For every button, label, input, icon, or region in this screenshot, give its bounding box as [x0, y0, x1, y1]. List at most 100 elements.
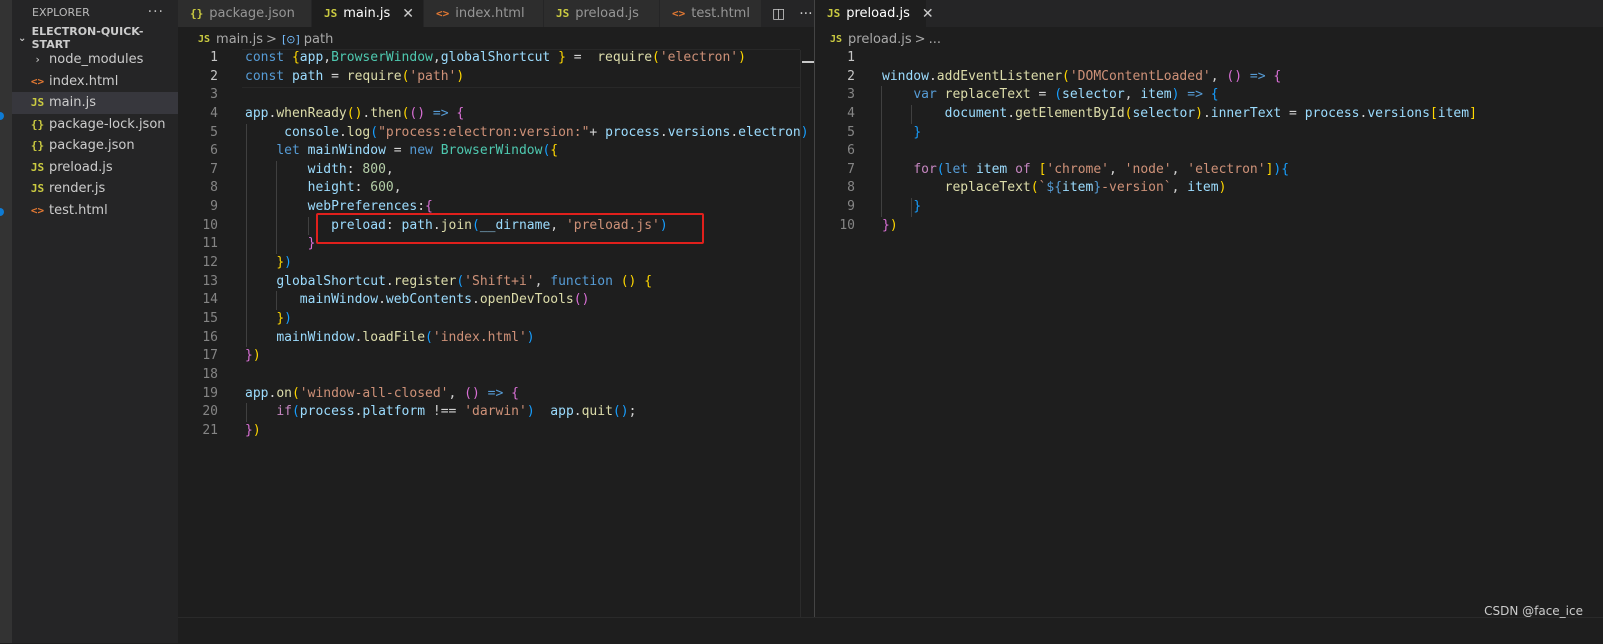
code-text: }	[245, 235, 316, 254]
indent-guide	[246, 198, 247, 217]
code-token: .	[472, 292, 480, 308]
file-item-render-js[interactable]: JS render.js	[12, 178, 178, 200]
code-token: (	[1054, 87, 1063, 103]
code-token: =>	[1187, 87, 1203, 103]
line-number: 19	[202, 385, 218, 401]
file-item-main-js[interactable]: JS main.js	[12, 92, 178, 114]
split-editor-icon[interactable]: ◫	[772, 6, 785, 22]
code-token: app	[245, 385, 269, 401]
editor-scrollbar[interactable]	[800, 50, 815, 617]
code-token: ()	[612, 404, 629, 420]
breadcrumb-file[interactable]: main.js	[216, 32, 263, 47]
code-token: on	[276, 385, 292, 401]
file-item-test-html[interactable]: <> test.html	[12, 200, 178, 222]
code-line: 15 })	[178, 309, 800, 329]
code-token: (	[936, 161, 945, 177]
code-token: let	[276, 143, 308, 159]
main-js-editor[interactable]: 1 const {app,BrowserWindow,globalShortcut…	[178, 49, 808, 441]
code-token: )	[252, 348, 261, 364]
indent-guide	[881, 142, 882, 161]
project-root-folder[interactable]: ⌄ ELECTRON-QUICK-START	[12, 25, 178, 51]
file-item-preload-js[interactable]: JS preload.js	[12, 157, 178, 179]
code-token: 'path'	[409, 68, 457, 84]
breadcrumb-file[interactable]: preload.js	[848, 32, 912, 47]
code-token: (	[652, 50, 660, 65]
file-item-package-json[interactable]: {} package.json	[12, 135, 178, 157]
code-token: getElementById	[1015, 105, 1125, 121]
breadcrumb-more[interactable]: ...	[929, 32, 941, 47]
line-number: 9	[210, 199, 218, 215]
js-file-icon: JS	[30, 96, 45, 110]
code-token: {	[1281, 161, 1290, 177]
code-token: (	[291, 404, 300, 420]
preload-js-editor[interactable]: 1 2 window.addEventListener('DOMContentLoa…	[815, 49, 1585, 235]
code-token: ,	[1171, 161, 1188, 177]
line-number: 5	[847, 124, 855, 140]
code-text: })	[245, 422, 261, 441]
code-line: 7 width: 800,	[178, 160, 800, 180]
indent-guide	[881, 160, 882, 180]
code-token: app	[245, 105, 269, 121]
more-actions-icon[interactable]: ···	[799, 6, 812, 22]
code-token: {	[425, 199, 433, 215]
code-text: mainWindow.loadFile('index.html')	[245, 329, 534, 348]
indent-guide	[881, 104, 882, 124]
code-token: ,	[432, 50, 441, 65]
line-number: 1	[847, 50, 855, 65]
code-token: =	[565, 50, 598, 65]
indent-guide	[276, 216, 277, 236]
code-token: }	[882, 217, 890, 233]
code-token: =	[1030, 87, 1055, 103]
line-number: 6	[210, 143, 218, 159]
code-line: 21})	[178, 422, 800, 441]
code-token: if	[276, 404, 292, 420]
code-token: :	[346, 161, 363, 177]
code-token: {	[511, 385, 519, 401]
code-token: height	[307, 180, 355, 196]
code-token: =>	[1249, 68, 1266, 84]
code-line: 14 mainWindow.webContents.openDevTools()	[178, 291, 800, 310]
tab-preload-js[interactable]: JS preload.js	[544, 0, 660, 27]
code-token: require	[346, 68, 402, 84]
tab-preload-js[interactable]: JS preload.js ✕	[815, 0, 934, 27]
close-icon[interactable]: ✕	[402, 6, 414, 22]
more-actions-icon[interactable]: ···	[148, 4, 164, 20]
line-number: 7	[847, 161, 855, 177]
code-line: 12 })	[178, 254, 800, 273]
close-icon[interactable]: ✕	[922, 6, 934, 22]
file-item-index-html[interactable]: <> index.html	[12, 71, 178, 93]
tab-main-js[interactable]: JS main.js ✕	[312, 0, 424, 27]
code-text: height: 600,	[245, 179, 402, 198]
code-token: =	[385, 143, 410, 159]
js-file-icon: JS	[830, 33, 843, 45]
tab-package-json[interactable]: {} package.json	[178, 0, 312, 27]
file-item-package-lock-json[interactable]: {} package-lock.json	[12, 114, 178, 136]
file-item-node_modules[interactable]: › node_modules	[12, 49, 178, 71]
code-token: whenReady	[276, 105, 347, 121]
breadcrumb-symbol[interactable]: path	[304, 32, 334, 47]
line-number: 20	[202, 404, 218, 420]
tab-test-html[interactable]: <> test.html	[660, 0, 762, 27]
code-token: [	[1429, 105, 1438, 121]
code-token: 'electron'	[1187, 161, 1266, 177]
code-token: ()	[346, 105, 363, 121]
file-item-label: package-lock.json	[49, 116, 166, 132]
line-number: 4	[210, 105, 218, 121]
code-token: (	[291, 385, 300, 401]
code-line: 10})	[815, 217, 1585, 236]
tab-label: preload.js	[846, 6, 910, 21]
tab-index-html[interactable]: <> index.html	[424, 0, 544, 27]
code-token: :	[354, 180, 371, 196]
annotation-highlight-box	[316, 213, 704, 244]
editor-group-divider[interactable]	[814, 0, 815, 643]
code-token: .	[378, 292, 386, 308]
line-number: 15	[202, 310, 218, 326]
code-token: mainWindow	[276, 329, 355, 345]
code-token: require	[597, 50, 653, 65]
code-token: const	[245, 68, 292, 84]
